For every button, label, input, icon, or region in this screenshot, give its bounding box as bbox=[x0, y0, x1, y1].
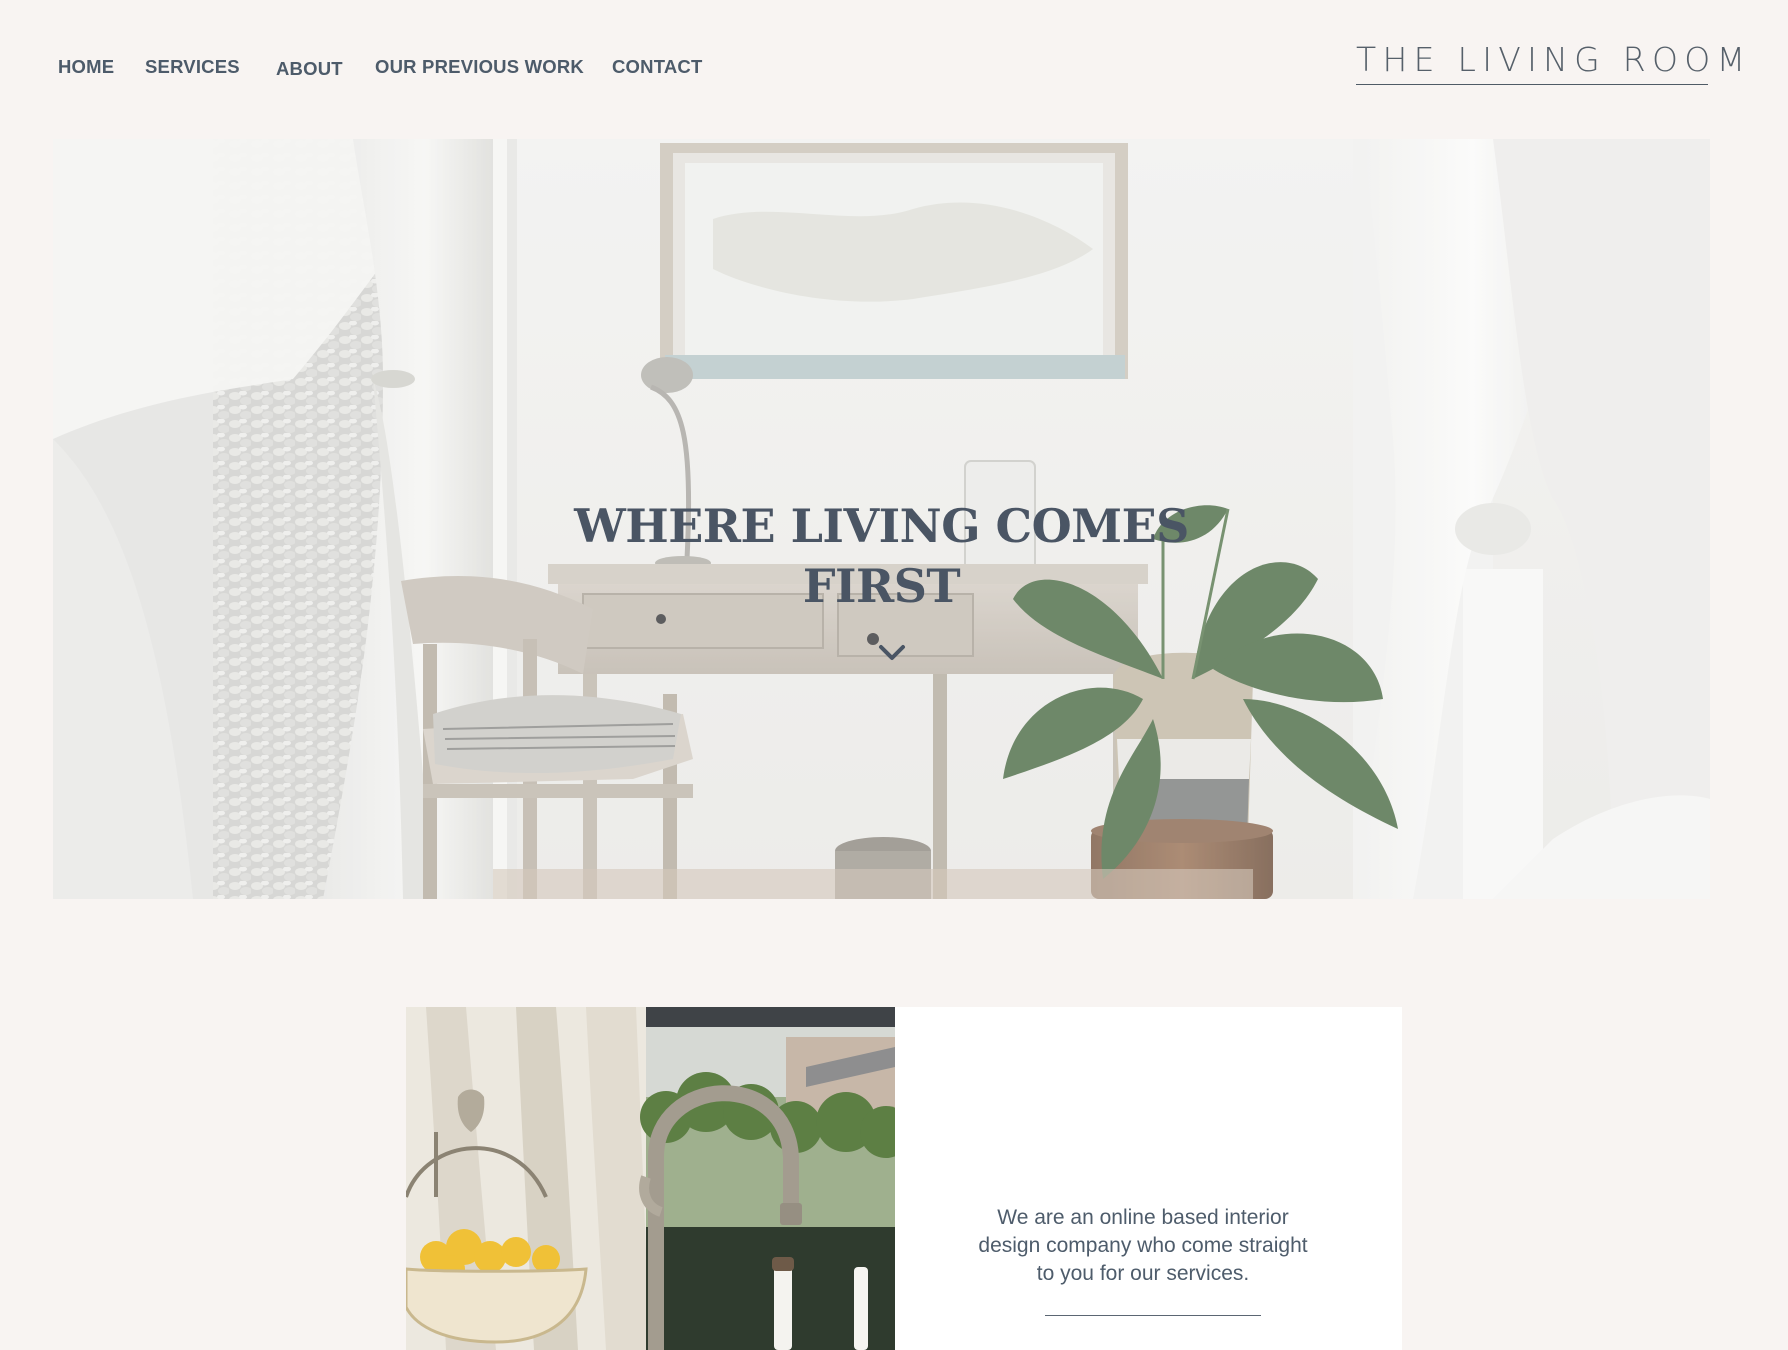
nav-contact[interactable]: CONTACT bbox=[612, 56, 702, 78]
nav-previous-work[interactable]: OUR PREVIOUS WORK bbox=[375, 56, 584, 78]
kitchen-illustration bbox=[406, 1007, 895, 1350]
nav-services[interactable]: SERVICES bbox=[145, 56, 240, 78]
kitchen-image bbox=[406, 1007, 895, 1350]
site-logo[interactable]: THE LIVING ROOM bbox=[1356, 38, 1752, 85]
about-card: We are an online based interior design c… bbox=[895, 1007, 1402, 1350]
logo-text: THE LIVING ROOM bbox=[1356, 40, 1752, 79]
about-divider bbox=[1045, 1315, 1261, 1316]
nav-about[interactable]: ABOUT bbox=[276, 58, 343, 80]
hero-title-line1: WHERE LIVING COMES bbox=[574, 498, 1189, 553]
hero-title-line2: FIRST bbox=[802, 558, 961, 613]
hero-title: WHERE LIVING COMES FIRST bbox=[53, 496, 1710, 616]
chevron-down-icon[interactable] bbox=[877, 643, 907, 663]
hero-banner: WHERE LIVING COMES FIRST bbox=[53, 139, 1710, 899]
nav-home[interactable]: HOME bbox=[58, 56, 114, 78]
about-description: We are an online based interior design c… bbox=[978, 1206, 1308, 1285]
